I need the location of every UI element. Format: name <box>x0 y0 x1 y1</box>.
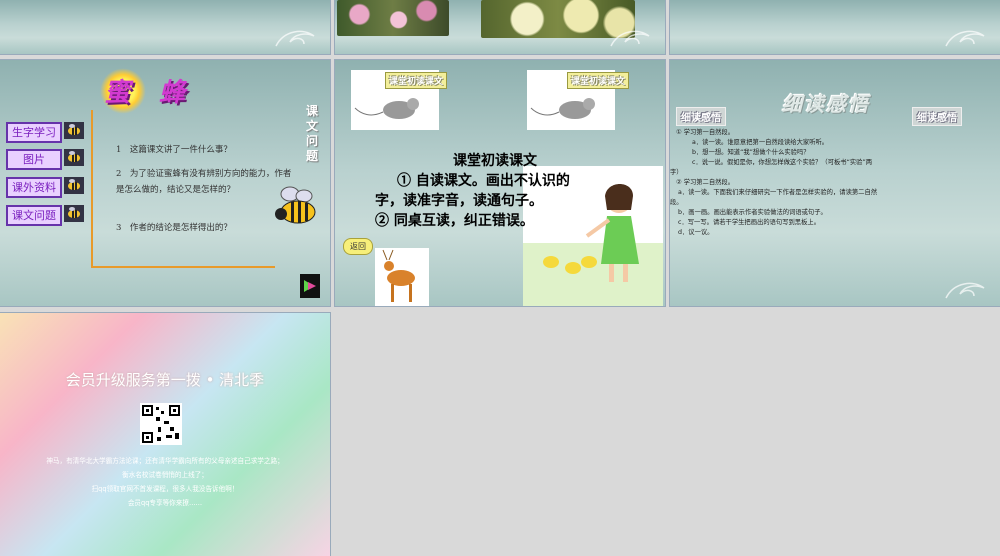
text-line-3: b．想一想。知道“我”想做个什么实验吗？ <box>692 149 810 156</box>
slide-thumbnail-7[interactable]: 会员升级服务第一拨 • 清北季 神马，有清华北大学霸方法论课；还有清华学霸向所有… <box>0 313 330 556</box>
question-1: 1 这篇课文讲了一件什么事？ <box>116 145 232 155</box>
promo-text-3: 扫qq领取官网不首发课程，很多人我没告诉他啊！ <box>91 485 239 493</box>
slide-thumbnail-5[interactable]: 课堂初读课文 课堂初读课文 课堂初读课文 ① 自读课文。画出不认识的 字，读准字… <box>335 60 665 306</box>
question-2: 2 为了验证蜜蜂有没有辨别方向的能力，作者是怎么做的，结论又是怎样的？ <box>116 169 292 195</box>
badge-left: 细读感悟 <box>676 107 726 126</box>
bee-icon <box>64 149 84 166</box>
instruction-line-3: ② 同桌互读，纠正错误。 <box>375 213 534 229</box>
promo-text-4: 会员qq专享等你来撩…… <box>127 499 203 507</box>
arrow-right-icon <box>304 280 316 292</box>
label-right: 课堂初读课文 <box>567 72 630 89</box>
qr-code-icon <box>142 405 180 443</box>
swirl-ornament-icon <box>275 30 315 47</box>
text-line-4: c．说一说。假如是你，你想怎样做这个实验？（可板书“实验”两 <box>692 159 873 166</box>
text-line-8: 段。 <box>670 199 683 206</box>
label-left: 课堂初读课文 <box>385 72 448 89</box>
swirl-ornament-icon <box>945 282 985 299</box>
nav-button-kewai-ziliao[interactable]: 课外资料 <box>6 177 62 198</box>
promo-heading: 会员升级服务第一拨 • 清北季 <box>65 371 265 389</box>
swirl-ornament-icon <box>610 30 650 47</box>
bee-icon <box>64 177 84 194</box>
question-3: 3 作者的结论是怎样得出的？ <box>116 223 232 233</box>
vertical-divider-line <box>91 110 93 266</box>
qr-code[interactable] <box>140 403 182 445</box>
bee-icon <box>64 205 84 222</box>
flower-photo-left <box>337 0 449 36</box>
swirl-ornament-icon <box>945 30 985 47</box>
badge-right: 细读感悟 <box>912 107 962 126</box>
text-line-9: b．画一画。画出能表示作者实验做法的词语或句子。 <box>678 209 827 216</box>
text-line-7: a．读一读。下面我们来仔细研究一下作者是怎样实验的，请读第二自然 <box>678 189 878 196</box>
slide-title: 蜜 蜂 <box>104 78 196 108</box>
nav-button-shengzi[interactable]: 生字学习 <box>6 122 62 143</box>
slide-title: 细读感悟 <box>782 92 870 116</box>
promo-text-1: 神马，有清华北大学霸方法论课；还有清华学霸向所有的父母亲述自己求学之路； <box>46 457 284 465</box>
slide-thumbnail-6[interactable]: 细读感悟 细读感悟 细读感悟 ① 学习第一自然段。 a．读一读。谁愿意把第一自然… <box>670 60 1000 306</box>
text-line-1: ① 学习第一自然段。 <box>676 129 735 136</box>
text-line-5: 字） <box>670 169 683 176</box>
instruction-line-1: ① 自读课文。画出不认识的 <box>397 173 570 189</box>
slide-thumbnail-4[interactable]: 蜜 蜂 生字学习 图片 课外资料 课文问题 1 这篇课文讲了一件什么事？ 2 为… <box>0 60 330 306</box>
slide-thumbnail-2[interactable] <box>335 0 665 54</box>
next-arrow-button[interactable] <box>300 274 320 298</box>
text-line-10: c．写一写。请若干学生把画出的语句写到黑板上。 <box>678 219 820 226</box>
nav-button-kewen-wenti[interactable]: 课文问题 <box>6 205 62 226</box>
slide-thumbnail-3[interactable] <box>670 0 1000 54</box>
slide-heading: 课堂初读课文 <box>453 153 537 169</box>
promo-text-2: 衡水名校试卷悄悄的上线了； <box>122 471 208 479</box>
slide-thumbnail-1[interactable] <box>0 0 330 54</box>
text-line-11: d．议一议。 <box>678 229 714 236</box>
back-button[interactable]: 返回 <box>343 238 373 255</box>
deer-icon <box>382 249 415 302</box>
text-line-6: ② 学习第二自然段。 <box>676 179 735 186</box>
nav-button-tupian[interactable]: 图片 <box>6 149 62 170</box>
text-line-2: a．读一读。谁愿意把第一自然段读给大家听听。 <box>692 139 829 146</box>
deer-picture <box>375 248 429 306</box>
bee-illustration-icon <box>275 186 316 224</box>
instruction-line-2: 字，读准字音，读通句子。 <box>375 193 543 209</box>
bee-icon <box>64 122 84 139</box>
vertical-title: 课文问题 <box>306 104 319 163</box>
horizontal-divider-line <box>91 266 275 268</box>
